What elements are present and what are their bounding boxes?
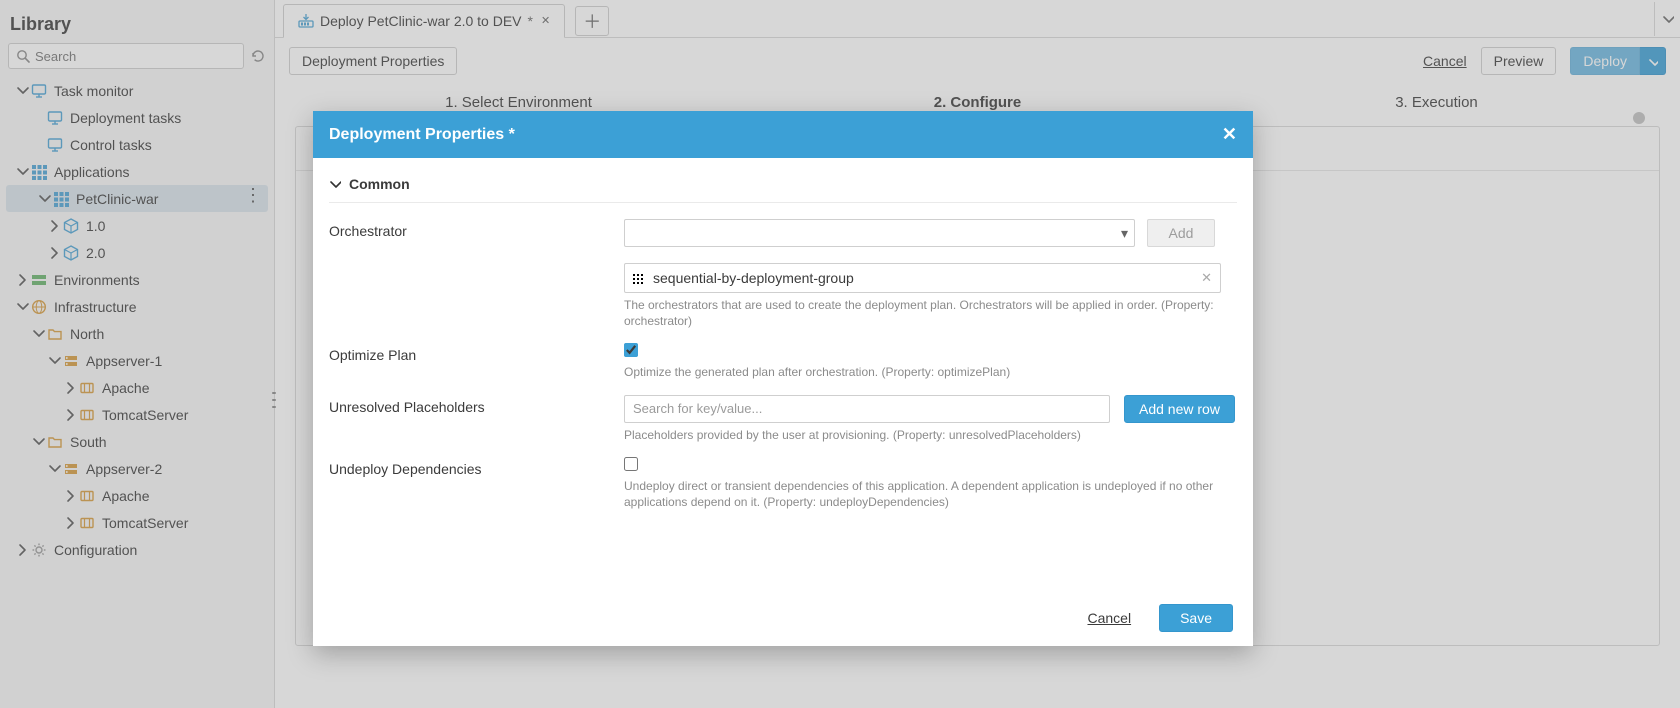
placeholders-help: Placeholders provided by the user at pro… [624, 427, 1237, 443]
row-optimize: Optimize Plan Optimize the generated pla… [329, 343, 1237, 380]
close-icon[interactable]: ✕ [1222, 124, 1237, 145]
orchestrator-chip[interactable]: sequential-by-deployment-group ✕ [624, 263, 1221, 293]
orchestrator-help: The orchestrators that are used to creat… [624, 297, 1237, 329]
undeploy-help: Undeploy direct or transient dependencie… [624, 478, 1222, 510]
orchestrator-chip-label: sequential-by-deployment-group [653, 270, 1201, 286]
deployment-properties-modal: Deployment Properties * ✕ Common Orchest… [313, 111, 1253, 646]
modal-footer: Cancel Save [313, 590, 1253, 646]
orchestrator-label: Orchestrator [329, 219, 624, 239]
row-undeploy: Undeploy Dependencies Undeploy direct or… [329, 457, 1237, 510]
optimize-help: Optimize the generated plan after orches… [624, 364, 1237, 380]
modal-title: Deployment Properties * [329, 126, 515, 144]
undeploy-label: Undeploy Dependencies [329, 457, 624, 477]
remove-icon[interactable]: ✕ [1201, 270, 1212, 286]
row-placeholders: Unresolved Placeholders Add new row Plac… [329, 395, 1237, 443]
orchestrator-select[interactable]: ▾ [624, 219, 1135, 247]
placeholders-label: Unresolved Placeholders [329, 395, 624, 415]
section-common-label: Common [349, 176, 410, 192]
modal-save-button[interactable]: Save [1159, 604, 1233, 632]
row-orchestrator: Orchestrator ▾ Add sequential-by-deploym… [329, 219, 1237, 329]
modal-cancel-link[interactable]: Cancel [1087, 610, 1131, 626]
optimize-checkbox[interactable] [624, 343, 638, 357]
modal-titlebar: Deployment Properties * ✕ [313, 111, 1253, 158]
optimize-label: Optimize Plan [329, 343, 624, 363]
undeploy-checkbox[interactable] [624, 457, 638, 471]
placeholders-search-input[interactable] [624, 395, 1110, 423]
orchestrator-add-button: Add [1147, 219, 1215, 247]
section-common-header[interactable]: Common [329, 176, 1237, 203]
drag-handle-icon[interactable] [633, 271, 645, 285]
add-new-row-button[interactable]: Add new row [1124, 395, 1235, 423]
